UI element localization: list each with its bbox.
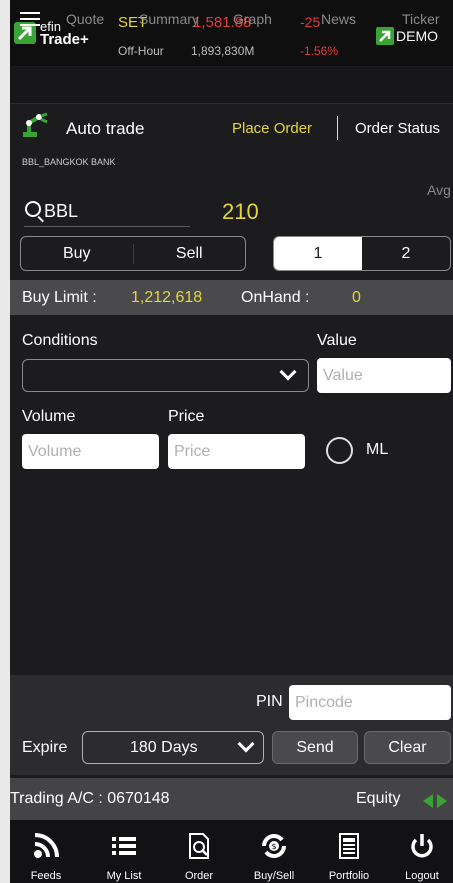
tab-feeds-label: Feeds <box>30 870 62 882</box>
demo-logo-icon <box>376 27 394 45</box>
price-label: Price <box>168 408 205 425</box>
order-status-link[interactable]: Order Status <box>355 120 440 137</box>
order-document-icon <box>185 832 213 860</box>
tab-graph[interactable]: Graph <box>233 11 272 27</box>
dollar-exchange-icon: $ <box>260 832 288 860</box>
sell-tab[interactable]: Sell <box>134 237 246 270</box>
pin-input[interactable] <box>289 685 451 720</box>
buy-sell-toggle: Buy Sell <box>20 236 246 271</box>
send-button[interactable]: Send <box>272 731 358 764</box>
symbol-input[interactable] <box>24 197 190 227</box>
power-icon <box>408 832 436 860</box>
robot-arm-icon <box>22 112 52 137</box>
prev-account-icon[interactable] <box>423 794 433 808</box>
demo-badge[interactable]: DEMO <box>396 28 438 44</box>
last-price: 210 <box>222 199 259 224</box>
tab-buy-sell-label: Buy/Sell <box>253 870 295 882</box>
volume-input[interactable] <box>22 434 159 469</box>
svg-text:$: $ <box>271 842 276 851</box>
search-icon <box>25 201 41 217</box>
tab-logout-label: Logout <box>405 870 439 882</box>
buy-limit-label: Buy Limit : <box>22 289 97 306</box>
page-one-tab[interactable]: 1 <box>274 237 362 270</box>
market-status: Off-Hour <box>118 44 164 58</box>
subbar-divider <box>337 116 338 140</box>
buy-limit-value: 1,212,618 <box>131 289 203 306</box>
trading-account[interactable]: Trading A/C : 0670148 <box>10 790 170 808</box>
tab-order[interactable]: Order <box>163 820 235 883</box>
volume-label: Volume <box>22 408 76 425</box>
pin-label: PIN <box>256 693 283 710</box>
tab-news[interactable]: News <box>321 11 356 27</box>
tab-my-list[interactable]: My List <box>88 820 160 883</box>
stock-full-name: BBL_BANGKOK BANK <box>22 157 116 167</box>
index-change-percent: -1.56% <box>300 44 339 58</box>
tab-logout[interactable]: Logout <box>381 820 453 883</box>
tab-order-label: Order <box>184 870 214 882</box>
conditions-label: Conditions <box>22 332 98 349</box>
app-screen: efin Trade+ SET 1,581.88 -25 Off-Hour 1,… <box>10 0 453 883</box>
list-icon <box>110 832 138 860</box>
market-volume: 1,893,830M <box>191 44 255 58</box>
rss-icon <box>32 832 60 860</box>
hamburger-menu-icon[interactable] <box>20 12 40 26</box>
tab-feeds[interactable]: Feeds <box>10 820 82 883</box>
price-input[interactable] <box>168 434 305 469</box>
quote-nav-bar <box>10 67 453 104</box>
place-order-link[interactable]: Place Order <box>232 120 312 137</box>
tab-portfolio[interactable]: Portfolio <box>313 820 385 883</box>
buy-tab[interactable]: Buy <box>21 237 133 270</box>
next-account-icon[interactable] <box>437 794 447 808</box>
tab-quote[interactable]: Quote <box>66 11 104 27</box>
expire-value: 180 Days <box>130 739 198 756</box>
page-toggle: 1 2 <box>273 236 451 271</box>
onhand-label: OnHand : <box>241 289 310 306</box>
avg-label: Avg <box>427 182 451 198</box>
tab-summary[interactable]: Summary <box>139 11 199 27</box>
ml-radio[interactable] <box>326 437 353 464</box>
logo-text-bottom: Trade+ <box>40 31 89 48</box>
index-change: -25 <box>300 14 321 30</box>
clear-button[interactable]: Clear <box>364 731 451 764</box>
onhand-value: 0 <box>352 289 361 306</box>
account-type: Equity <box>356 790 401 807</box>
tab-buy-sell[interactable]: $ Buy/Sell <box>238 820 310 883</box>
ml-label: ML <box>366 441 389 458</box>
tab-my-list-label: My List <box>106 870 142 882</box>
value-label: Value <box>317 332 357 349</box>
portfolio-newspaper-icon <box>335 832 363 860</box>
value-input[interactable] <box>317 358 451 393</box>
auto-trade-title: Auto trade <box>66 119 145 138</box>
conditions-select[interactable] <box>22 359 309 392</box>
page-two-tab[interactable]: 2 <box>362 237 450 270</box>
tab-ticker[interactable]: Ticker <box>402 11 440 27</box>
expire-label: Expire <box>22 739 68 756</box>
tab-portfolio-label: Portfolio <box>328 870 370 882</box>
